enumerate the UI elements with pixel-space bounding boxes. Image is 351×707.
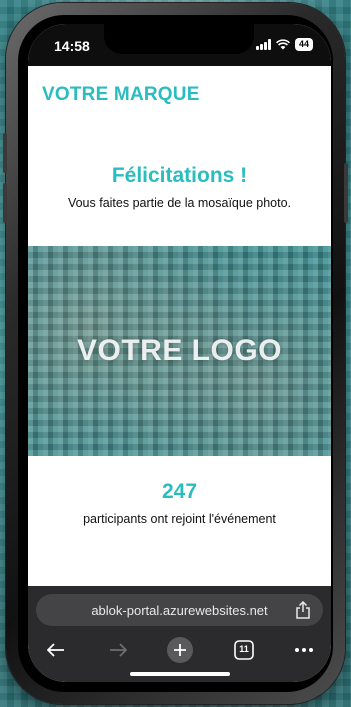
battery-icon: 44 (294, 38, 313, 51)
volume-button (3, 133, 7, 173)
more-icon (295, 648, 313, 652)
forward-icon (110, 643, 127, 657)
forward-button[interactable] (104, 636, 132, 664)
web-page: VOTRE MARQUE Félicitations ! Vous faites… (28, 66, 331, 594)
dynamic-island (104, 24, 254, 54)
new-tab-icon (167, 637, 193, 663)
url-text: ablok-portal.azurewebsites.net (91, 602, 268, 618)
brand-logo[interactable]: VOTRE MARQUE (42, 84, 200, 106)
more-button[interactable] (290, 636, 318, 664)
back-button[interactable] (42, 636, 70, 664)
tabs-count: 11 (239, 644, 249, 654)
status-bar: 14:58 44 (28, 24, 331, 66)
phone-screen: 14:58 44 VOTRE MARQUE Félicitations ! Vo… (28, 24, 331, 682)
mosaic-logo-text: VOTRE LOGO (76, 334, 282, 367)
congrats-heading: Félicitations ! (111, 164, 248, 187)
status-icons: 44 (255, 38, 313, 51)
participant-count: 247 (161, 480, 198, 503)
status-time: 14:58 (54, 38, 90, 54)
browser-nav-row: 11 (28, 636, 331, 666)
volume-button (3, 183, 7, 223)
tabs-button[interactable]: 11 (230, 636, 258, 664)
participant-label: participants ont rejoint l'événement (83, 512, 276, 526)
power-button (344, 163, 348, 223)
browser-toolbar: ablok-portal.azurewebsites.net 11 (28, 586, 331, 682)
new-tab-button[interactable] (166, 636, 194, 664)
photo-mosaic: VOTRE LOGO (28, 246, 331, 456)
wifi-icon (276, 39, 290, 50)
congrats-subtitle: Vous faites partie de la mosaïque photo. (67, 196, 292, 210)
url-bar[interactable]: ablok-portal.azurewebsites.net (36, 594, 323, 626)
back-icon (47, 643, 64, 657)
home-indicator[interactable] (129, 672, 230, 676)
signal-icon (255, 39, 271, 50)
share-icon[interactable] (295, 601, 311, 619)
